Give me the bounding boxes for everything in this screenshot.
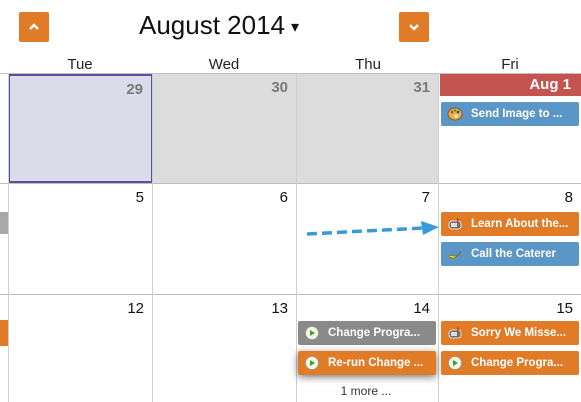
month-title-text: August 2014 [139, 10, 286, 40]
day-number: 30 [271, 79, 288, 96]
weekday-header-wed: Wed [208, 56, 240, 73]
grid-line [0, 73, 581, 74]
play-badge-icon [305, 326, 319, 340]
weekday-header-fri: Fri [501, 56, 519, 73]
day-number: 7 [421, 189, 430, 206]
event-sorry-we-missed[interactable]: Sorry We Misse... [441, 321, 579, 345]
day-cell-31[interactable]: 31 [297, 74, 438, 183]
event-send-image[interactable]: Send Image to ... [441, 102, 579, 126]
event-title: Sorry We Misse... [471, 327, 567, 339]
weekday-header-thu: Thu [355, 56, 381, 73]
palette-icon [447, 107, 463, 121]
event-title: Call the Caterer [471, 248, 557, 260]
partial-event-tab[interactable] [0, 212, 8, 234]
day-cell-29[interactable]: 29 [8, 74, 153, 183]
day-number: 13 [271, 300, 288, 317]
chevron-up-icon [29, 23, 39, 30]
weekday-header-tue: Tue [67, 56, 93, 73]
event-title: Re-run Change ... [328, 357, 424, 369]
more-events-link[interactable]: 1 more ... [296, 384, 436, 398]
day-cell-8[interactable]: 8 [439, 184, 581, 294]
day-number: 12 [127, 300, 144, 317]
banana-icon [448, 250, 462, 259]
play-badge-icon [305, 356, 319, 370]
partial-event-tab[interactable] [0, 320, 8, 346]
chevron-down-icon [409, 24, 419, 31]
day-number: 29 [126, 81, 143, 98]
event-rerun-change[interactable]: Re-run Change ... [298, 351, 436, 375]
dashed-arrow-annotation [306, 221, 439, 236]
mailbox-icon [448, 218, 462, 230]
event-call-caterer[interactable]: Call the Caterer [441, 242, 579, 266]
day-number: 14 [413, 300, 430, 317]
day-cell-12[interactable]: 12 [9, 295, 152, 402]
event-change-program-fri[interactable]: Change Progra... [441, 351, 579, 375]
day-cell-30[interactable]: 30 [153, 74, 296, 183]
event-learn-about[interactable]: Learn About the... [441, 212, 579, 236]
day-cell-6[interactable]: 6 [153, 184, 296, 294]
play-badge-icon [448, 356, 462, 370]
day-number: 31 [413, 79, 430, 96]
previous-month-button[interactable] [19, 12, 49, 42]
day-cell-5[interactable]: 5 [9, 184, 152, 294]
event-title: Change Progra... [328, 327, 421, 339]
day-cell-15[interactable]: 15 [439, 295, 581, 402]
event-title: Send Image to ... [471, 108, 563, 120]
day-number: 6 [279, 189, 288, 206]
day-cell-13[interactable]: 13 [153, 295, 296, 402]
event-title: Change Progra... [471, 357, 564, 369]
day-number: 5 [135, 189, 144, 206]
event-change-program-thu[interactable]: Change Progra... [298, 321, 436, 345]
day-number: 8 [564, 189, 573, 206]
day-header-aug-1[interactable]: Aug 1 [440, 74, 581, 96]
day-number: 15 [556, 300, 573, 317]
next-month-button[interactable] [399, 12, 429, 42]
mailbox-icon [448, 327, 462, 339]
event-title: Learn About the... [471, 218, 569, 230]
month-title[interactable]: August 2014 ▾ [139, 10, 299, 41]
caret-down-icon: ▾ [291, 19, 300, 37]
